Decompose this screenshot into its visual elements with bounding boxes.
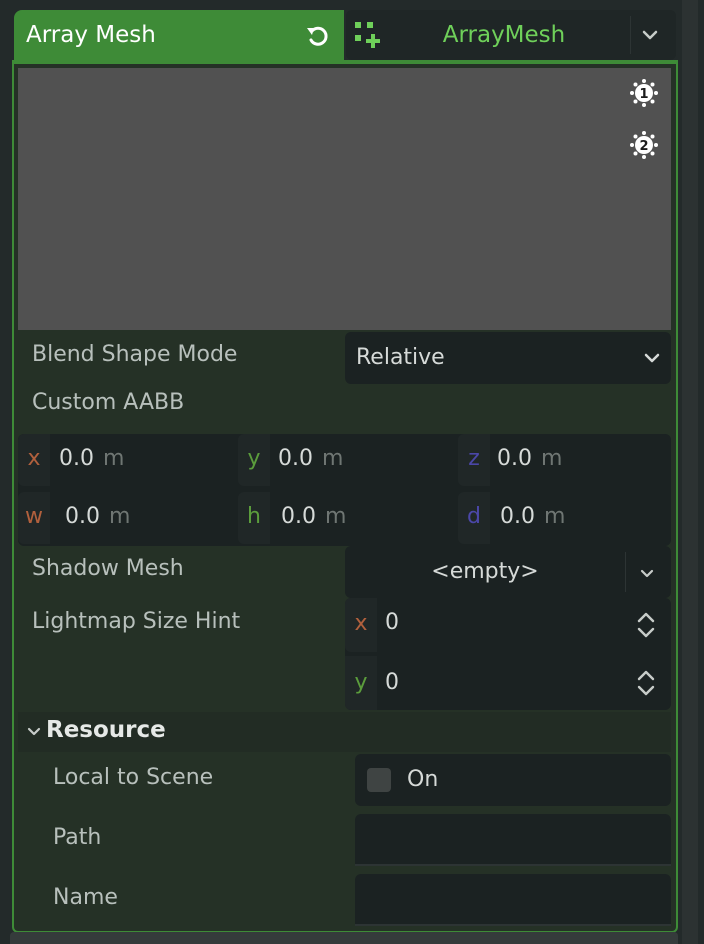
axis-label-z: z [458,434,490,486]
resource-section-header[interactable]: Resource [18,712,671,752]
aabb-w-value: 0.0 [65,504,100,529]
resource-title: Array Mesh [26,22,156,48]
aabb-h-field[interactable]: h 0.0 m [238,492,456,544]
new-resource-icon [354,21,382,49]
mesh-preview[interactable] [18,68,671,330]
aabb-d-field[interactable]: d 0.0 m [458,492,671,544]
aabb-x-unit: m [103,446,125,471]
lightmap-y-spinbox[interactable]: y 0 [345,656,671,710]
chevron-down-icon [641,347,663,369]
aabb-z-unit: m [541,446,563,471]
aabb-y-field[interactable]: y 0.0 m [238,434,456,486]
axis-label-x: x [18,434,50,486]
resource-title-tab[interactable]: Array Mesh [14,10,344,60]
lightmap-x-value: 0 [385,610,399,635]
path-input[interactable] [355,814,671,864]
axis-label-y: y [345,656,377,710]
aabb-w-field[interactable]: w 0.0 m [18,492,236,544]
spin-arrows-icon[interactable] [634,668,658,698]
spin-arrows-icon[interactable] [634,610,658,640]
revert-icon[interactable] [302,20,334,52]
lightmap-y-value: 0 [385,670,399,695]
aabb-h-unit: m [325,504,347,529]
svg-text:2: 2 [639,139,648,154]
aabb-h-value: 0.0 [281,504,316,529]
shadow-mesh-picker[interactable]: <empty> [345,546,671,598]
shadow-mesh-label: Shadow Mesh [32,556,184,581]
checkbox-label: On [407,767,439,792]
light1-toggle-icon[interactable]: 1 [629,78,659,108]
chevron-down-icon[interactable] [636,563,658,585]
local-to-scene-label: Local to Scene [53,765,214,790]
lightmap-size-hint-label: Lightmap Size Hint [32,609,241,634]
checkbox[interactable] [367,768,391,792]
svg-text:1: 1 [639,87,648,102]
lightmap-x-spinbox[interactable]: x 0 [345,598,671,652]
aabb-z-field[interactable]: z 0.0 m [458,434,671,486]
resource-section-title: Resource [46,717,166,743]
axis-label-x: x [345,598,377,652]
shadow-mesh-value: <empty> [431,559,539,584]
aabb-y-value: 0.0 [278,446,313,471]
axis-label-y: y [238,434,270,486]
chevron-down-icon [24,722,44,742]
blend-shape-mode-value: Relative [356,345,445,370]
light2-toggle-icon[interactable]: 2 [629,130,659,160]
aabb-x-value: 0.0 [59,446,94,471]
axis-label-h: h [238,492,270,544]
aabb-d-value: 0.0 [500,504,535,529]
scrollbar[interactable] [682,0,698,944]
name-label: Name [53,885,118,910]
axis-label-d: d [458,492,490,544]
name-input[interactable] [355,874,671,924]
resource-type-name: ArrayMesh [442,22,566,48]
path-label: Path [53,825,102,850]
next-section-edge [10,932,678,944]
resource-picker[interactable]: ArrayMesh [346,10,676,60]
aabb-z-value: 0.0 [497,446,532,471]
aabb-d-unit: m [544,504,566,529]
blend-shape-mode-label: Blend Shape Mode [32,342,238,367]
aabb-w-unit: m [109,504,131,529]
axis-label-w: w [18,492,50,544]
aabb-y-unit: m [322,446,344,471]
custom-aabb-label: Custom AABB [32,390,185,415]
aabb-x-field[interactable]: x 0.0 m [18,434,236,486]
chevron-down-icon[interactable] [638,23,662,47]
local-to-scene-checkbox[interactable]: On [355,754,671,806]
blend-shape-mode-select[interactable]: Relative [345,332,671,384]
